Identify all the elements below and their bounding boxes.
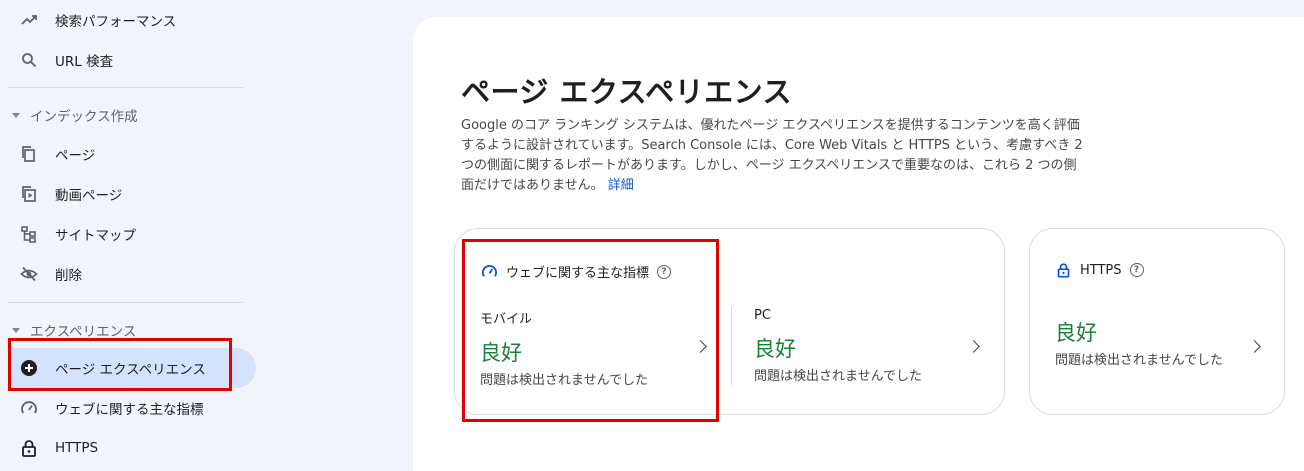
section-header-experience[interactable]: エクスペリエンス [12,320,136,340]
page-description: Google のコア ランキング システムは、優れたページ エクスペリエンスを提… [461,116,1086,196]
section-title: エクスペリエンス [30,324,137,340]
lock-icon [20,439,38,457]
card-header: HTTPS ? [1056,262,1144,278]
sidebar-divider [8,87,243,88]
sidebar-item-label: ウェブに関する主な指標 [55,402,204,418]
learn-more-link[interactable]: 詳細 [608,178,634,193]
chevron-right-icon[interactable] [967,340,980,353]
collapse-triangle-icon [12,327,20,333]
sidebar-item-label: サイトマップ [55,228,136,244]
sidebar-item-label: 動画ページ [55,188,123,204]
speed-gauge-icon [20,399,38,417]
sidebar-item-pages[interactable]: ページ [0,134,256,174]
trending-up-icon [20,11,38,29]
highlight-box [8,338,232,391]
page-title: ページ エクスペリエンス [461,75,793,109]
vertical-divider [731,307,732,385]
highlight-box [462,239,719,422]
sidebar-item-video-pages[interactable]: 動画ページ [0,174,256,214]
metric-status: 良好 [1055,321,1097,345]
sidebar: 検索パフォーマンス URL 検査 インデックス作成 ページ 動画ページ サイトマ… [0,0,412,471]
https-metric[interactable]: 良好 問題は検出されませんでした [1055,317,1235,370]
section-title: インデックス作成 [30,109,138,125]
sidebar-item-label: ページ [55,148,96,164]
pages-icon [20,145,38,163]
metric-label: PC [754,308,771,323]
sidebar-item-https[interactable]: HTTPS [0,428,256,468]
sidebar-divider [8,302,243,303]
removals-icon [20,265,38,283]
pc-metric[interactable]: PC 良好 問題は検出されませんでした [754,308,964,386]
metric-detail: 問題は検出されませんでした [1055,353,1223,368]
sidebar-item-label: 削除 [55,268,82,284]
help-icon[interactable]: ? [1129,263,1144,277]
section-header-index[interactable]: インデックス作成 [12,105,138,125]
sidebar-item-url-inspection[interactable]: URL 検査 [0,40,256,80]
sidebar-item-core-web-vitals[interactable]: ウェブに関する主な指標 [0,388,256,428]
sidebar-item-removals[interactable]: 削除 [0,254,256,294]
metric-status: 良好 [754,337,796,361]
lock-icon [1056,262,1071,278]
metric-detail: 問題は検出されませんでした [754,369,922,384]
sidebar-item-sitemaps[interactable]: サイトマップ [0,214,256,254]
sidebar-item-label: URL 検査 [55,54,114,70]
video-pages-icon [20,185,38,203]
description-text: Google のコア ランキング システムは、優れたページ エクスペリエンスを提… [461,118,1083,193]
sidebar-item-label: HTTPS [55,440,99,456]
search-icon [20,51,38,69]
sitemap-icon [20,225,38,243]
collapse-triangle-icon [12,112,20,118]
card-title: HTTPS [1080,262,1122,278]
sidebar-item-label: 検索パフォーマンス [55,14,177,30]
chevron-right-icon[interactable] [1248,340,1261,353]
sidebar-item-performance[interactable]: 検索パフォーマンス [0,0,256,40]
https-card: HTTPS ? 良好 問題は検出されませんでした [1029,228,1285,415]
